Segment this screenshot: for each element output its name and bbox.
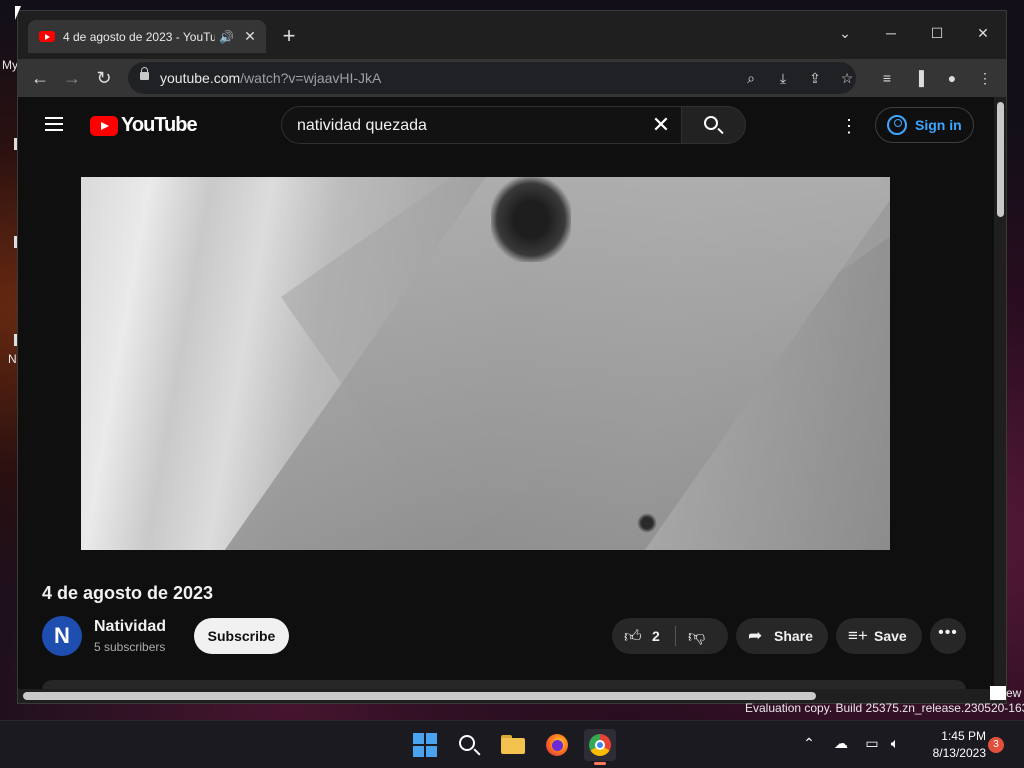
video-player[interactable] bbox=[81, 177, 890, 550]
new-tab-button[interactable]: + bbox=[278, 24, 300, 48]
volume-icon[interactable]: 🔈︎ bbox=[886, 735, 904, 752]
youtube-header: YouTube natividad quezada ✕ ⋮ Sign in bbox=[18, 97, 993, 153]
maximize-button[interactable]: ☐ bbox=[914, 19, 960, 47]
youtube-play-icon bbox=[90, 115, 118, 136]
clear-search-icon[interactable]: ✕ bbox=[649, 113, 673, 137]
more-actions-button[interactable]: ••• bbox=[930, 618, 966, 654]
video-title: 4 de agosto de 2023 bbox=[42, 583, 214, 603]
browser-toolbar: ← → ↻ youtube.com/watch?v=wjaavHI-JkA ⌕ … bbox=[18, 59, 1006, 97]
notification-badge[interactable]: 3 bbox=[988, 737, 1004, 753]
desktop-icon-label[interactable]: N bbox=[8, 352, 17, 366]
windows-start-icon[interactable] bbox=[409, 729, 441, 761]
reload-button[interactable]: ↻ bbox=[91, 65, 117, 91]
url-text[interactable]: youtube.com/watch?v=wjaavHI-JkA bbox=[160, 70, 381, 86]
youtube-logo[interactable]: YouTube bbox=[90, 114, 198, 137]
sign-in-label: Sign in bbox=[915, 117, 962, 133]
like-dislike-group: 👍︎ 2 👎︎ bbox=[612, 618, 728, 654]
share-icon[interactable]: ⇪ bbox=[805, 68, 825, 88]
subscribe-button[interactable]: Subscribe bbox=[194, 618, 289, 654]
hamburger-menu-icon[interactable] bbox=[45, 117, 63, 131]
onedrive-icon[interactable]: ☁ bbox=[832, 735, 850, 752]
close-window-button[interactable]: ✕ bbox=[960, 19, 1006, 47]
menu-icon[interactable]: ⋮ bbox=[975, 68, 995, 88]
chevron-down-icon[interactable]: ⌄ bbox=[822, 19, 868, 47]
mouse-cursor-icon bbox=[15, 6, 21, 20]
chevron-up-icon[interactable]: ⌃ bbox=[800, 735, 818, 752]
network-icon[interactable]: ▭ bbox=[863, 735, 881, 752]
save-button[interactable]: ≡+ Save bbox=[836, 618, 922, 654]
channel-avatar[interactable]: N bbox=[42, 616, 82, 656]
desktop-icon[interactable] bbox=[990, 686, 1006, 700]
search-input[interactable]: natividad quezada ✕ bbox=[281, 106, 682, 144]
share-icon: ➦ bbox=[748, 626, 763, 645]
tab-strip: 4 de agosto de 2023 - YouTube 🔊 ✕ + ⌄ ─ … bbox=[18, 11, 1006, 59]
subscriber-count: 5 subscribers bbox=[94, 640, 166, 654]
browser-tab[interactable]: 4 de agosto de 2023 - YouTube 🔊 ✕ bbox=[28, 20, 266, 53]
youtube-favicon-icon bbox=[39, 31, 55, 42]
media-icon[interactable]: ≡ bbox=[877, 68, 897, 88]
system-clock[interactable]: 1:45 PM 8/13/2023 bbox=[912, 728, 986, 762]
back-button[interactable]: ← bbox=[27, 65, 53, 91]
sidepanel-icon[interactable]: ▐ bbox=[909, 68, 929, 88]
youtube-logo-text: YouTube bbox=[121, 114, 198, 136]
channel-name[interactable]: Natividad bbox=[94, 618, 166, 636]
minimize-button[interactable]: ─ bbox=[868, 19, 914, 47]
firefox-icon[interactable] bbox=[541, 729, 573, 761]
address-bar[interactable]: youtube.com/watch?v=wjaavHI-JkA ⌕ ⤓ ⇪ ☆ bbox=[128, 62, 856, 94]
account-icon bbox=[887, 115, 907, 135]
search-query[interactable]: natividad quezada bbox=[297, 117, 427, 135]
more-options-icon[interactable]: ⋮ bbox=[840, 115, 858, 137]
thumbs-up-icon[interactable]: 👍︎ bbox=[624, 626, 642, 647]
file-explorer-icon[interactable] bbox=[497, 729, 529, 761]
playlist-add-icon: ≡+ bbox=[848, 626, 868, 645]
tab-title: 4 de agosto de 2023 - YouTube bbox=[63, 29, 215, 44]
scrollbar-thumb[interactable] bbox=[23, 692, 816, 700]
close-tab-icon[interactable]: ✕ bbox=[243, 28, 257, 45]
sign-in-button[interactable]: Sign in bbox=[875, 107, 974, 143]
desktop-icon-label: ew bbox=[1006, 686, 1022, 700]
clock-date: 8/13/2023 bbox=[932, 746, 986, 760]
clock-time: 1:45 PM bbox=[941, 729, 986, 743]
search-button[interactable] bbox=[682, 106, 746, 144]
like-count[interactable]: 2 bbox=[652, 628, 660, 644]
search-icon[interactable]: ⌕ bbox=[741, 68, 761, 88]
save-label: Save bbox=[874, 628, 907, 644]
youtube-page: YouTube natividad quezada ✕ ⋮ Sign in 4 … bbox=[18, 97, 1006, 703]
share-button[interactable]: ➦ Share bbox=[736, 618, 828, 654]
thumbs-down-icon[interactable]: 👎︎ bbox=[688, 626, 705, 647]
speaker-icon[interactable]: 🔊 bbox=[219, 30, 235, 44]
share-label: Share bbox=[774, 628, 813, 644]
install-icon[interactable]: ⤓ bbox=[773, 68, 793, 88]
scrollbar-thumb[interactable] bbox=[997, 102, 1004, 217]
search-icon bbox=[704, 116, 718, 130]
profile-icon[interactable]: ● bbox=[942, 68, 962, 88]
evaluation-watermark: Evaluation copy. Build 25375.zn_release.… bbox=[745, 701, 1024, 715]
browser-window: 4 de agosto de 2023 - YouTube 🔊 ✕ + ⌄ ─ … bbox=[17, 10, 1007, 704]
desktop-icon-label[interactable]: My bbox=[2, 58, 18, 72]
star-icon[interactable]: ☆ bbox=[837, 68, 857, 88]
vertical-scrollbar[interactable] bbox=[994, 97, 1006, 703]
forward-button[interactable]: → bbox=[59, 65, 85, 91]
taskbar: ⌃ ☁ ▭ 🔈︎ 1:45 PM 8/13/2023 3 bbox=[0, 720, 1024, 768]
lock-icon[interactable] bbox=[140, 67, 149, 80]
chrome-icon[interactable] bbox=[584, 729, 616, 765]
search-icon[interactable] bbox=[453, 729, 485, 761]
ellipsis-icon: ••• bbox=[938, 624, 958, 641]
